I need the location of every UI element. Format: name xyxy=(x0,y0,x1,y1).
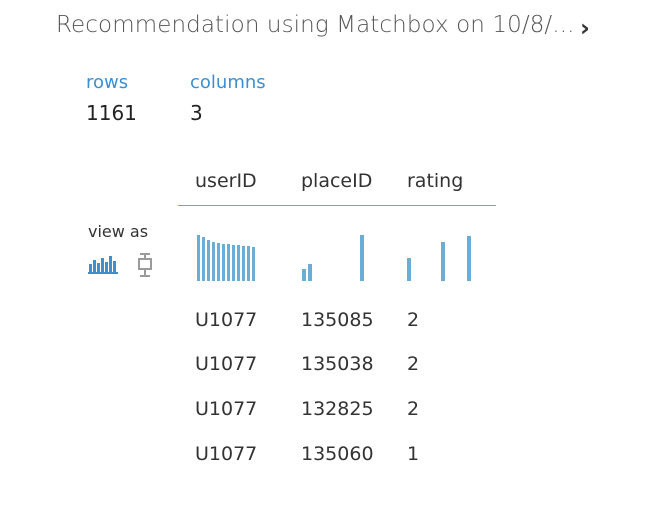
cell-rating: 2 xyxy=(407,309,420,331)
view-as-label: view as xyxy=(88,222,149,241)
header-divider xyxy=(178,205,496,206)
cell-placeid: 135060 xyxy=(301,443,374,465)
column-header-userid[interactable]: userID xyxy=(195,170,257,192)
cell-userid: U1077 xyxy=(195,309,258,331)
rating-histogram[interactable] xyxy=(404,228,476,286)
placeid-histogram[interactable] xyxy=(300,228,370,286)
cell-rating: 2 xyxy=(407,353,420,375)
userid-histogram[interactable] xyxy=(196,228,260,286)
cell-userid: U1077 xyxy=(195,443,258,465)
column-header-rating[interactable]: rating xyxy=(407,170,463,192)
cell-userid: U1077 xyxy=(195,353,258,375)
column-header-placeid[interactable]: placeID xyxy=(301,170,372,192)
cell-userid: U1077 xyxy=(195,398,258,420)
histogram-icon[interactable] xyxy=(88,252,122,278)
columns-value: 3 xyxy=(190,101,203,125)
boxplot-icon[interactable] xyxy=(136,252,154,282)
chevron-right-icon[interactable]: › xyxy=(580,14,590,42)
rows-value: 1161 xyxy=(86,101,137,125)
columns-stat: columns 3 xyxy=(190,72,266,125)
cell-placeid: 132825 xyxy=(301,398,374,420)
cell-rating: 1 xyxy=(407,443,420,465)
dataset-title: Recommendation using Matchbox on 10/8/..… xyxy=(56,12,575,38)
cell-rating: 2 xyxy=(407,398,420,420)
rows-label: rows xyxy=(86,72,129,93)
columns-label: columns xyxy=(190,72,266,93)
rows-stat: rows 1161 xyxy=(86,72,137,125)
cell-placeid: 135038 xyxy=(301,353,374,375)
cell-placeid: 135085 xyxy=(301,309,374,331)
